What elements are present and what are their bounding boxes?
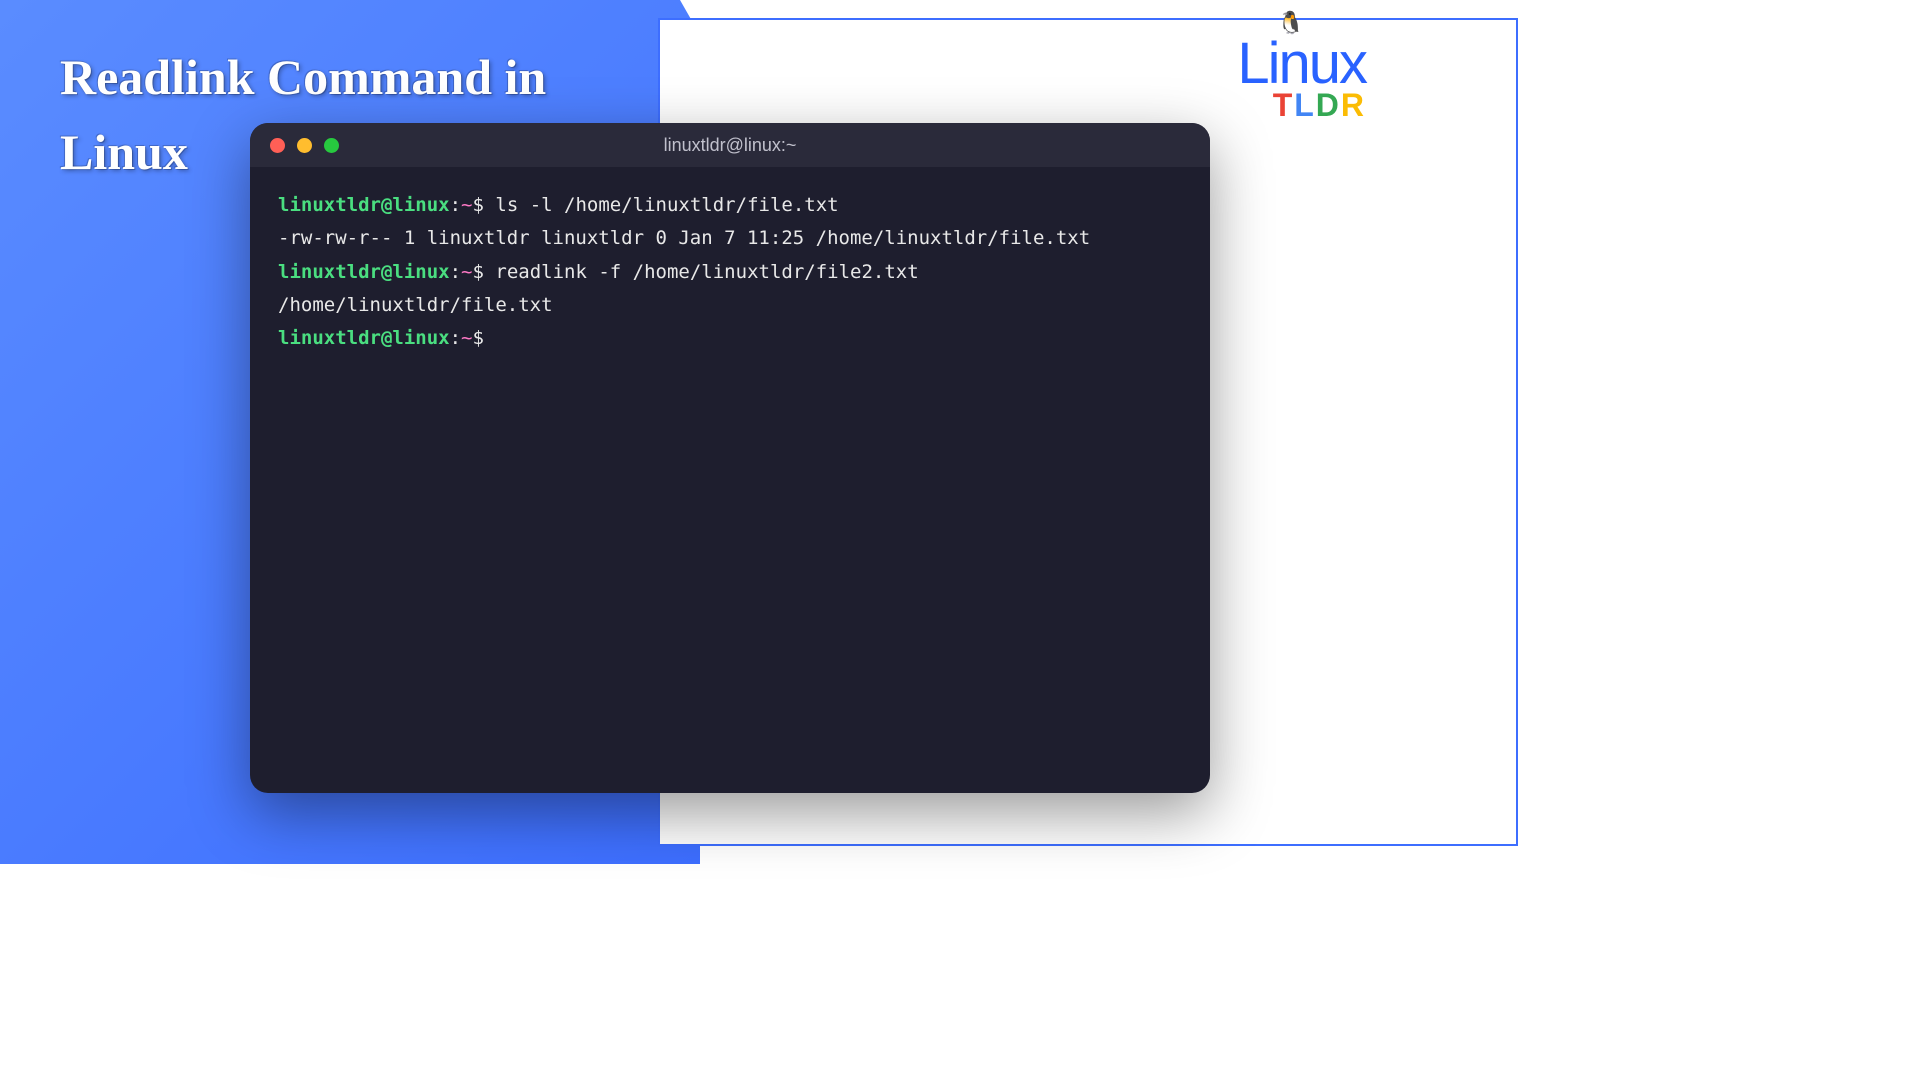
terminal-output: -rw-rw-r-- 1 linuxtldr linuxtldr 0 Jan 7…: [278, 222, 1182, 255]
prompt-user: linuxtldr@linux: [278, 327, 450, 349]
logo-main-text: 🐧 Linux: [1237, 30, 1366, 97]
prompt-user: linuxtldr@linux: [278, 194, 450, 216]
title-line-1: Readlink Command in: [60, 40, 546, 115]
close-icon[interactable]: [270, 138, 285, 153]
prompt-path: ~: [461, 261, 472, 283]
maximize-icon[interactable]: [324, 138, 339, 153]
terminal-line: linuxtldr@linux:~$ readlink -f /home/lin…: [278, 256, 1182, 289]
terminal-line: linuxtldr@linux:~$ ls -l /home/linuxtldr…: [278, 189, 1182, 222]
terminal-title: linuxtldr@linux:~: [664, 135, 797, 156]
terminal-body[interactable]: linuxtldr@linux:~$ ls -l /home/linuxtldr…: [250, 167, 1210, 377]
logo: 🐧 Linux TLDR: [1237, 30, 1366, 124]
prompt-colon: :: [450, 194, 461, 216]
prompt-colon: :: [450, 327, 461, 349]
prompt-colon: :: [450, 261, 461, 283]
command-text: readlink -f /home/linuxtldr/file2.txt: [495, 261, 918, 283]
command-text: ls -l /home/linuxtldr/file.txt: [495, 194, 838, 216]
prompt-dollar: $: [473, 194, 484, 216]
terminal-window: linuxtldr@linux:~ linuxtldr@linux:~$ ls …: [250, 123, 1210, 793]
prompt-dollar: $: [473, 261, 484, 283]
prompt-user: linuxtldr@linux: [278, 261, 450, 283]
terminal-line: linuxtldr@linux:~$: [278, 322, 1182, 355]
window-buttons: [250, 138, 339, 153]
prompt-path: ~: [461, 194, 472, 216]
prompt-dollar: $: [473, 327, 484, 349]
prompt-path: ~: [461, 327, 472, 349]
minimize-icon[interactable]: [297, 138, 312, 153]
penguin-icon: 🐧: [1277, 10, 1302, 36]
terminal-output: /home/linuxtldr/file.txt: [278, 289, 1182, 322]
terminal-titlebar: linuxtldr@linux:~: [250, 123, 1210, 167]
